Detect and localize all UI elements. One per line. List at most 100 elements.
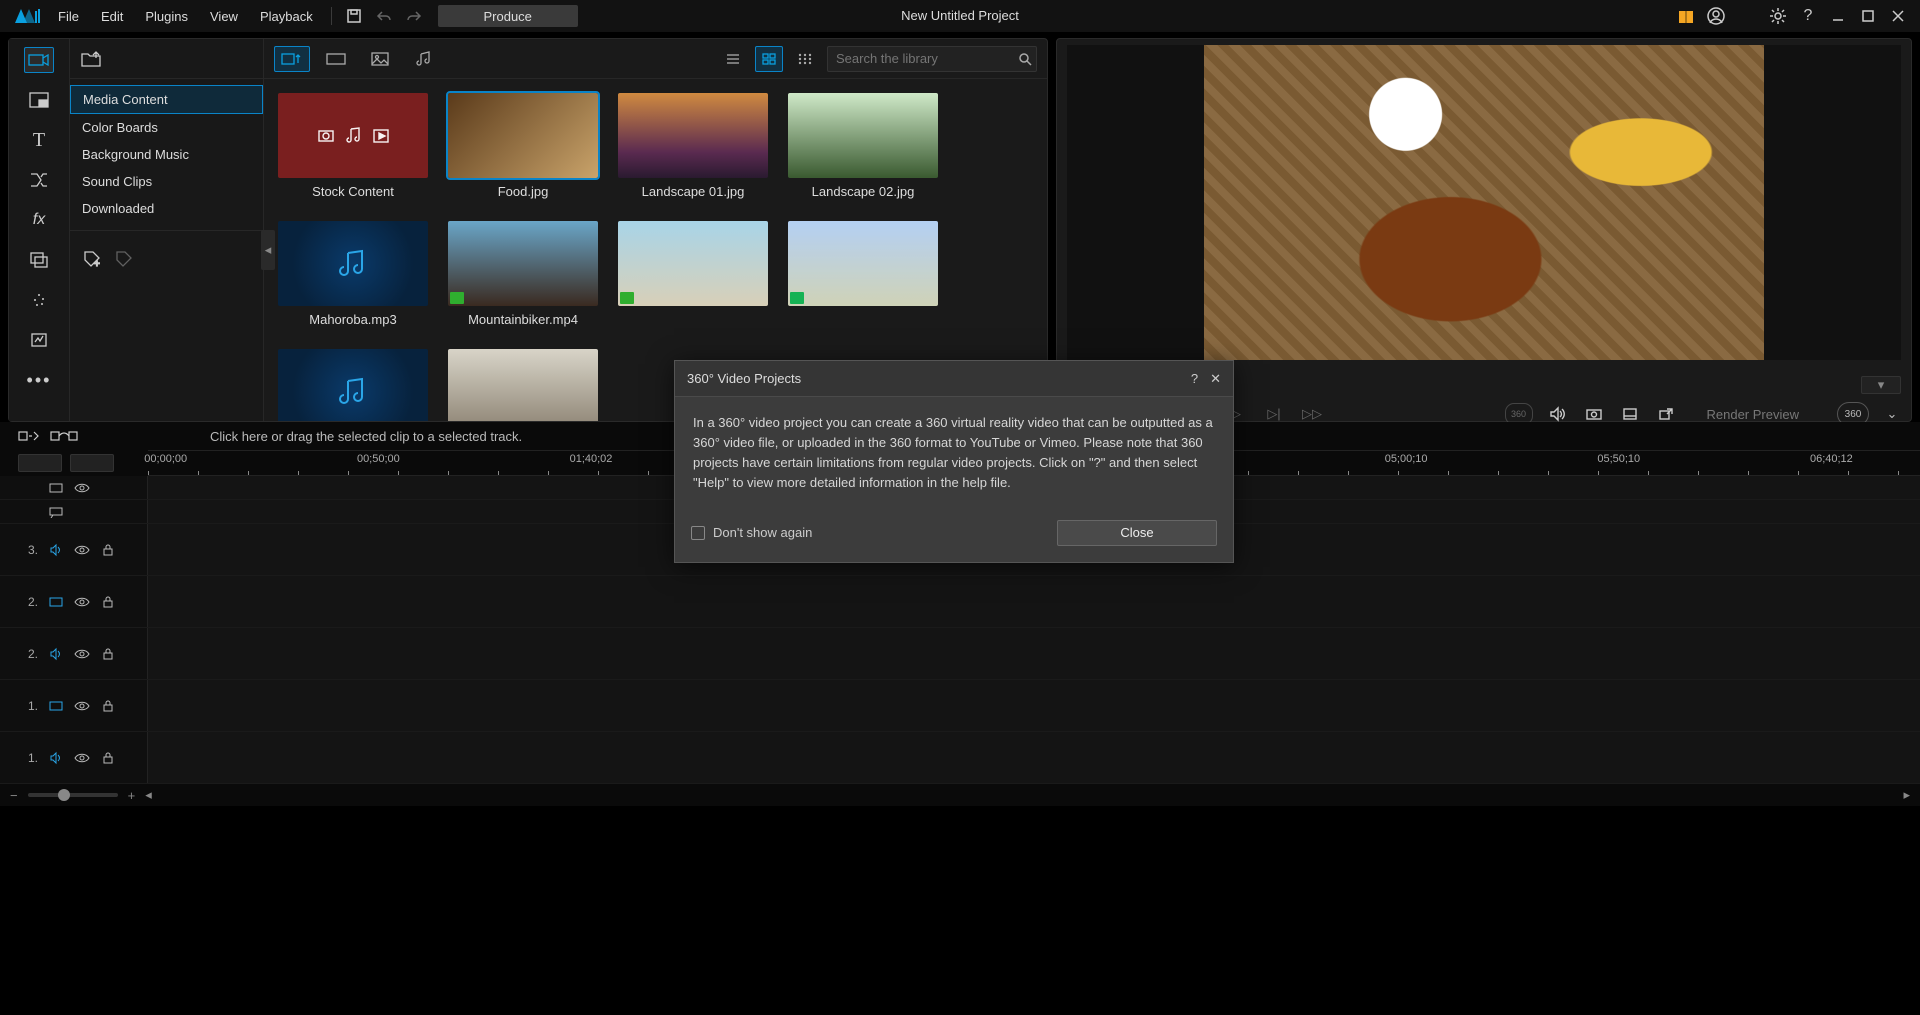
track-lock-icon[interactable] — [100, 646, 116, 662]
dialog-360: 360° Video Projects ? ✕ In a 360° video … — [674, 360, 1234, 563]
thumb-audio[interactable] — [278, 349, 428, 421]
zoom-slider[interactable] — [28, 793, 118, 797]
dialog-dont-show-checkbox[interactable]: Don't show again — [691, 525, 812, 540]
category-sound-clips[interactable]: Sound Clips — [70, 168, 263, 195]
save-icon[interactable] — [340, 2, 368, 30]
track-view-mode-b[interactable] — [70, 454, 114, 472]
scroll-right-icon[interactable]: ▸ — [1903, 787, 1910, 803]
dialog-close-icon[interactable]: ✕ — [1210, 371, 1221, 387]
track-lock-icon[interactable] — [100, 542, 116, 558]
library-search[interactable] — [827, 46, 1037, 72]
track-lock-icon[interactable] — [100, 698, 116, 714]
room-fx-icon[interactable]: fx — [24, 207, 54, 233]
search-icon[interactable] — [1018, 52, 1032, 66]
media-item[interactable] — [448, 349, 598, 421]
track-visibility-icon[interactable] — [74, 698, 90, 714]
scroll-left-icon[interactable]: ◂ — [145, 787, 152, 803]
thumb-landscape2[interactable] — [788, 93, 938, 178]
render-preview-button[interactable]: Render Preview — [1691, 405, 1816, 424]
produce-button[interactable]: Produce — [438, 5, 578, 27]
filter-audio-icon[interactable] — [406, 46, 442, 72]
redo-icon[interactable] — [400, 2, 428, 30]
track-lane[interactable] — [148, 628, 1920, 679]
media-toolbar — [264, 39, 1047, 79]
preview-stage — [1067, 45, 1901, 360]
track-lock-icon[interactable] — [100, 594, 116, 610]
category-media-content[interactable]: Media Content — [70, 85, 263, 114]
track-lane[interactable] — [148, 680, 1920, 731]
track-visibility-icon[interactable] — [74, 480, 90, 496]
search-input[interactable] — [836, 51, 1012, 66]
maximize-icon[interactable] — [1854, 2, 1882, 30]
media-item[interactable]: Mountainbiker.mp4 — [448, 221, 598, 327]
thumb-landscape1[interactable] — [618, 93, 768, 178]
media-item[interactable] — [618, 221, 768, 327]
category-downloaded[interactable]: Downloaded — [70, 195, 263, 222]
thumb-video[interactable] — [448, 221, 598, 306]
thumb-audio[interactable] — [278, 221, 428, 306]
track-lock-icon[interactable] — [100, 750, 116, 766]
ruler-tick: 01;40;02 — [570, 453, 613, 465]
account-icon[interactable] — [1702, 2, 1730, 30]
room-transition-icon[interactable] — [24, 167, 54, 193]
gear-icon[interactable] — [1764, 2, 1792, 30]
timeline-tool-link-icon[interactable] — [50, 428, 78, 444]
filter-video-icon[interactable] — [318, 46, 354, 72]
media-item[interactable]: Stock Content — [278, 93, 428, 199]
track-view-mode-a[interactable] — [18, 454, 62, 472]
track-lane[interactable] — [148, 732, 1920, 783]
track-visibility-icon[interactable] — [74, 750, 90, 766]
undo-icon[interactable] — [370, 2, 398, 30]
help-icon[interactable]: ? — [1794, 2, 1822, 30]
category-color-boards[interactable]: Color Boards — [70, 114, 263, 141]
thumb-video[interactable] — [448, 349, 598, 421]
view-list-icon[interactable] — [719, 46, 747, 72]
dialog-help-icon[interactable]: ? — [1191, 371, 1198, 387]
zoom-in-icon[interactable]: + — [128, 788, 136, 803]
media-item[interactable]: Food.jpg — [448, 93, 598, 199]
track-visibility-icon[interactable] — [74, 594, 90, 610]
media-item-label: Food.jpg — [448, 184, 598, 199]
seek-options-dropdown[interactable]: ▾ — [1861, 376, 1901, 394]
add-tag-icon[interactable]: + — [82, 249, 102, 269]
checkbox-icon[interactable] — [691, 526, 705, 540]
gift-icon[interactable] — [1672, 2, 1700, 30]
dialog-close-button[interactable]: Close — [1057, 520, 1217, 546]
thumb-food[interactable] — [448, 93, 598, 178]
zoom-out-icon[interactable]: − — [10, 788, 18, 803]
thumb-video[interactable] — [788, 221, 938, 306]
room-audio-icon[interactable] — [24, 327, 54, 353]
track-lane[interactable] — [148, 576, 1920, 627]
tag-icon[interactable] — [114, 249, 134, 269]
minimize-icon[interactable] — [1824, 2, 1852, 30]
thumb-stock[interactable] — [278, 93, 428, 178]
thumb-video[interactable] — [618, 221, 768, 306]
timeline-tool-split-icon[interactable] — [18, 428, 40, 444]
room-particle-icon[interactable] — [24, 287, 54, 313]
room-media-icon[interactable] — [24, 47, 54, 73]
view-grid-large-icon[interactable] — [755, 46, 783, 72]
media-item[interactable]: Landscape 01.jpg — [618, 93, 768, 199]
menu-edit[interactable]: Edit — [91, 0, 133, 32]
filter-image-icon[interactable] — [362, 46, 398, 72]
category-background-music[interactable]: Background Music — [70, 141, 263, 168]
media-item[interactable] — [278, 349, 428, 421]
media-item[interactable]: Landscape 02.jpg — [788, 93, 938, 199]
media-item-label: Mountainbiker.mp4 — [448, 312, 598, 327]
track-visibility-icon[interactable] — [74, 542, 90, 558]
room-pip-icon[interactable] — [24, 87, 54, 113]
media-item[interactable] — [788, 221, 938, 327]
room-title-icon[interactable]: T — [24, 127, 54, 153]
room-overlay-icon[interactable] — [24, 247, 54, 273]
menu-view[interactable]: View — [200, 0, 248, 32]
track-visibility-icon[interactable] — [74, 646, 90, 662]
menu-playback[interactable]: Playback — [250, 0, 323, 32]
menu-plugins[interactable]: Plugins — [135, 0, 198, 32]
menu-file[interactable]: File — [48, 0, 89, 32]
close-window-icon[interactable] — [1884, 2, 1912, 30]
media-item[interactable]: Mahoroba.mp3 — [278, 221, 428, 327]
import-button[interactable] — [70, 39, 263, 79]
view-grid-small-icon[interactable] — [791, 46, 819, 72]
room-more-icon[interactable]: ••• — [24, 367, 54, 393]
filter-media-icon[interactable] — [274, 46, 310, 72]
